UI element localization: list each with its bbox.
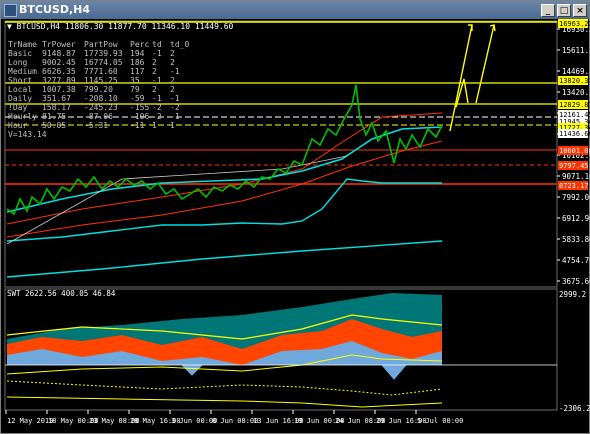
trend-cell: 81.75 (42, 112, 66, 121)
window-title: BTCUSD,H4 (19, 3, 90, 16)
trend-cell: 194 (130, 49, 145, 58)
indicator-axis-bottom: -2306.2 (559, 404, 590, 413)
trend-cell: Local (8, 85, 32, 94)
trend-cell: 2 (152, 58, 157, 67)
trend-cell: 35 (130, 76, 140, 85)
price-label: 3675.60 (562, 277, 590, 286)
trend-cell: -87.06 (84, 112, 113, 121)
trend-cell: 50.05 (42, 121, 66, 130)
maximize-button[interactable]: □ (557, 4, 571, 17)
trend-cell: Medium (8, 67, 37, 76)
trend-cell: 2 (170, 49, 175, 58)
price-label: 6912.90 (562, 214, 590, 223)
price-label: 9071.10 (562, 172, 590, 181)
price-label: 5833.80 (562, 235, 590, 244)
th-trname: TrName (8, 40, 37, 49)
trend-cell: 2 (170, 58, 175, 67)
trend-cell: Daily (8, 94, 32, 103)
price-marker-label: 9797.45 (559, 162, 589, 170)
trend-cell: 79 (130, 85, 140, 94)
trend-cell: 1 (152, 121, 157, 130)
price-marker-label: 13820.31 (559, 77, 590, 85)
price-scale: 16930.2015611.3014469.3913420.2012362.30… (557, 25, 590, 286)
title-bar[interactable]: BTCUSD,H4 _ □ × (1, 1, 589, 19)
th-perc: Perc (130, 40, 149, 49)
time-label: 5 Jul 00:00 (417, 417, 463, 425)
trend-cell: -59 (130, 94, 145, 103)
price-label: 7992.00 (562, 193, 590, 202)
trend-cell: -2 (170, 103, 180, 112)
trend-cell: Basic (8, 49, 32, 58)
time-axis: 12 May 201918 May 00:0023 May 08:0028 Ma… (5, 410, 463, 425)
trend-cell: 186 (130, 58, 145, 67)
price-marker-label: 10601.00 (559, 147, 590, 155)
chart-header: ▼ BTCUSD,H4 11806.30 11877.70 11346.10 1… (7, 22, 234, 31)
trend-cell: -1 (152, 76, 162, 85)
trend-cell: -2 (152, 112, 162, 121)
time-label: 3 Jun 00:00 (171, 417, 217, 425)
trend-cell: -106 (130, 112, 149, 121)
trend-cell: 17739.93 (84, 49, 123, 58)
trend-cell: 16774.05 (84, 58, 123, 67)
trend-cell: 9148.87 (42, 49, 76, 58)
price-label: 15611.30 (562, 46, 590, 55)
trend-cell: -1 (170, 112, 180, 121)
trend-cell: -1 (152, 94, 162, 103)
trend-cell: 2 (152, 67, 157, 76)
trend-cell: 799.20 (84, 85, 113, 94)
time-label: 8 Jun 08:00 (212, 417, 258, 425)
trend-cell: 7771.60 (84, 67, 118, 76)
price-label: 14469.39 (562, 67, 590, 76)
trend-cell: 2 (170, 76, 175, 85)
trend-cell: Hourly (8, 112, 37, 121)
trend-cell: 9002.45 (42, 58, 76, 67)
price-marker-label: 16963.23 (559, 20, 590, 28)
trend-cell: -208.10 (84, 94, 118, 103)
minimize-button[interactable]: _ (541, 4, 555, 17)
v-label: V=143.14 (8, 130, 47, 139)
th-td0: td_0 (170, 40, 189, 49)
trend-cell: 117 (130, 67, 145, 76)
price-label: 4754.70 (562, 256, 590, 265)
th-partpow: PartPow (84, 40, 118, 49)
price-markers: 16963.2313820.3112829.8712161.4511945.34… (558, 19, 590, 190)
indicator-header: SWT 2622.56 400.05 46.84 (7, 289, 116, 298)
trend-cell: 1145.25 (84, 76, 118, 85)
trend-cell: !Day (8, 103, 27, 112)
trend-cell: -11 (130, 121, 145, 130)
trend-cell: 351.67 (42, 94, 71, 103)
trend-cell: Short (8, 76, 32, 85)
price-label: 13420.20 (562, 88, 590, 97)
trend-cell: -5.31 (84, 121, 108, 130)
time-label: 12 May 2019 (7, 417, 53, 425)
trend-cell: -1 (170, 67, 180, 76)
th-td: td (152, 40, 162, 49)
indicator-axis-top: 2999.2 (559, 290, 586, 299)
trend-cell: 1007.38 (42, 85, 76, 94)
trend-cell: 3277.89 (42, 76, 76, 85)
trend-cell: -245.23 (84, 103, 118, 112)
price-marker-label: 11436.60 (559, 130, 590, 138)
chart-window-icon (4, 4, 17, 17)
trend-cell: Hour (8, 121, 27, 130)
trend-cell: 2 (170, 85, 175, 94)
trend-cell: 158.17 (42, 103, 71, 112)
th-trpower: TrPower (42, 40, 76, 49)
chart-window: BTCUSD,H4 _ □ × ▼ BTCUSD,H4 11806.30 118… (0, 0, 590, 434)
trend-cell: 2 (152, 85, 157, 94)
price-marker-label: 8723.17 (559, 182, 589, 190)
trend-cell: 6626.35 (42, 67, 76, 76)
trend-cell: -155 (130, 103, 149, 112)
trend-cell: -1 (152, 49, 162, 58)
trend-cell: 1 (170, 121, 175, 130)
trend-cell: -2 (152, 103, 162, 112)
close-button[interactable]: × (573, 4, 587, 17)
chart-canvas[interactable]: ▼ BTCUSD,H4 11806.30 11877.70 11346.10 1… (2, 19, 590, 434)
trend-cell: Long (8, 58, 27, 67)
trend-cell: -1 (170, 94, 180, 103)
price-marker-label: 12829.87 (559, 101, 590, 109)
